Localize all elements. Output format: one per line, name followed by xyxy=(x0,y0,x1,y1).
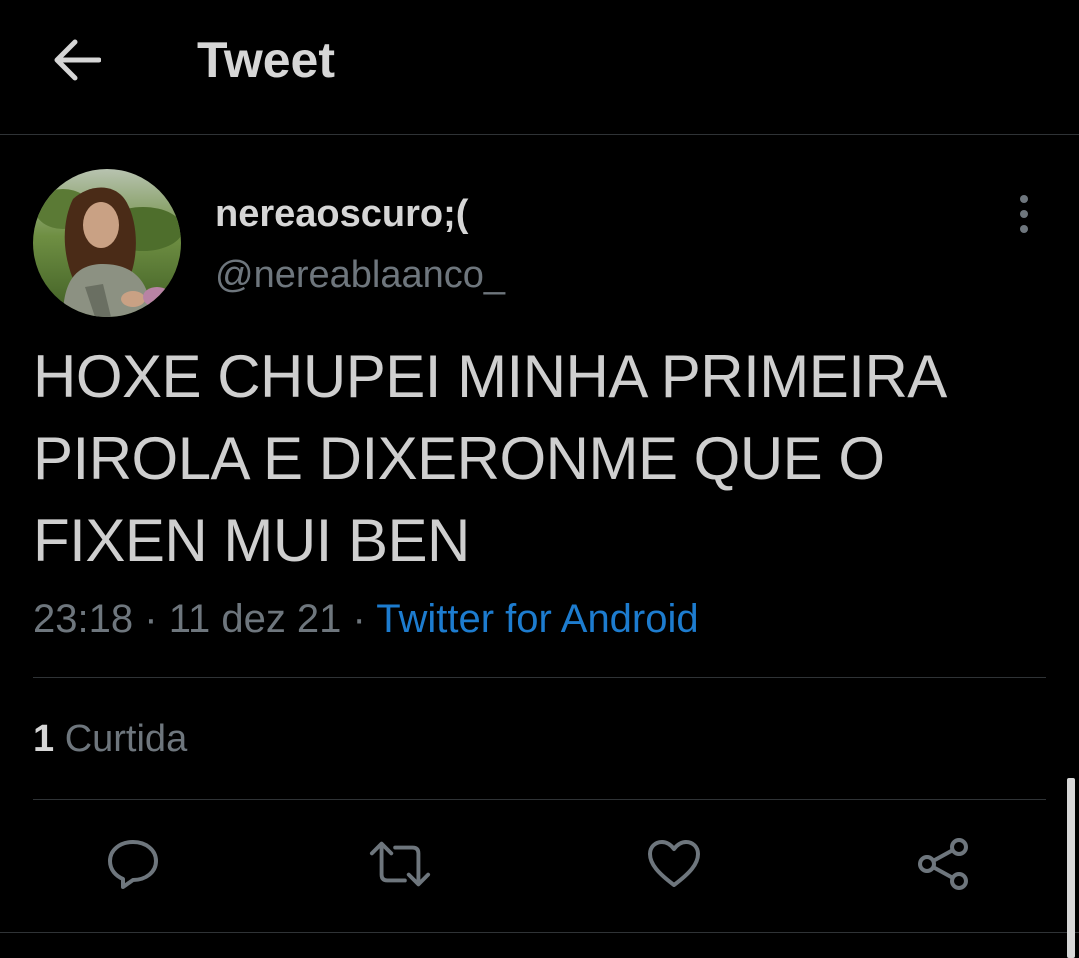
avatar[interactable] xyxy=(33,169,181,317)
page-title: Tweet xyxy=(197,32,335,88)
back-button[interactable] xyxy=(40,28,112,92)
tweet-actions-bar xyxy=(0,800,1079,932)
tweet-source-link[interactable]: Twitter for Android xyxy=(376,597,698,641)
more-vertical-icon xyxy=(1020,195,1028,233)
retweet-icon xyxy=(369,841,431,887)
share-button[interactable] xyxy=(911,832,975,896)
tweet-metadata: 23:18 · 11 dez 21 · Twitter for Android xyxy=(33,595,699,643)
retweet-button[interactable] xyxy=(368,832,432,896)
scrollbar[interactable] xyxy=(1067,778,1075,958)
author-handle[interactable]: @nereablaanco_ xyxy=(215,253,505,297)
tweet-time: 23:18 xyxy=(33,597,134,641)
more-options-button[interactable] xyxy=(1000,190,1048,238)
likes-stat[interactable]: 1 Curtida xyxy=(33,716,187,762)
likes-count: 1 xyxy=(33,718,55,760)
share-icon xyxy=(918,838,968,890)
profile-photo xyxy=(33,169,181,317)
meta-separator: · xyxy=(352,597,366,641)
divider xyxy=(0,932,1079,933)
meta-separator: · xyxy=(144,597,158,641)
reply-button[interactable] xyxy=(101,832,165,896)
top-bar: Tweet xyxy=(0,0,1079,135)
tweet-text: HOXE CHUPEI MINHA PRIMEIRA PIROLA E DIXE… xyxy=(33,343,944,574)
tweet-date: 11 dez 21 xyxy=(168,597,342,641)
author-display-name[interactable]: nereaoscuro;( xyxy=(215,192,468,236)
arrow-left-icon xyxy=(54,39,101,81)
divider xyxy=(33,677,1046,678)
likes-label: Curtida xyxy=(64,718,188,760)
heart-icon xyxy=(648,840,700,887)
like-button[interactable] xyxy=(642,832,706,896)
comment-icon xyxy=(108,840,158,889)
